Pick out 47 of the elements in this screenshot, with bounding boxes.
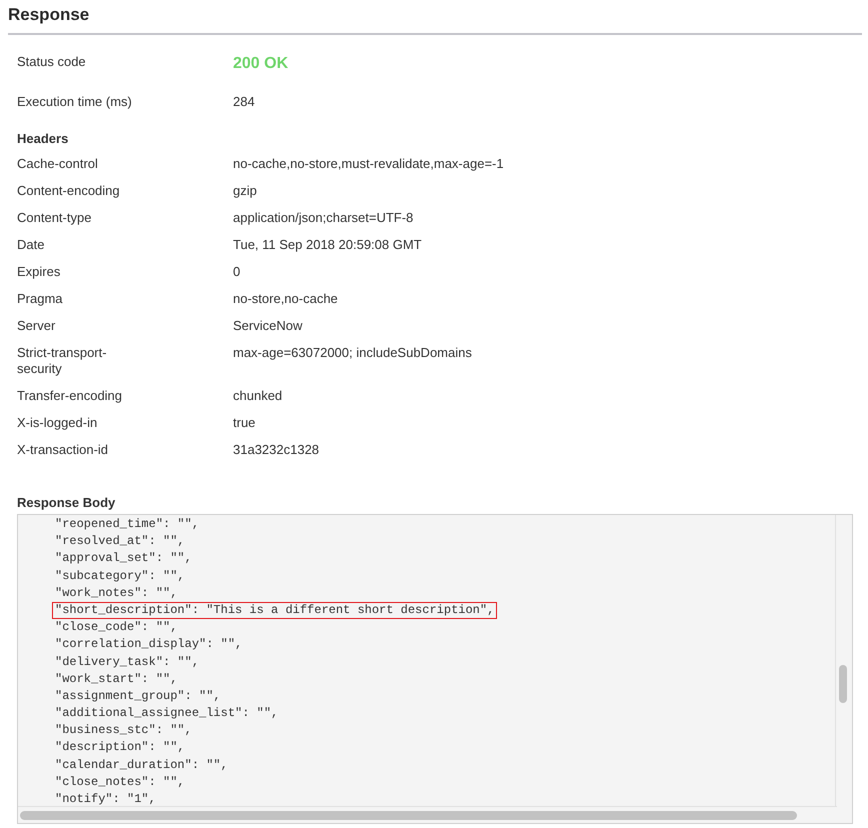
header-name: X-is-logged-in — [17, 415, 98, 431]
code-line: "assignment_group": "", — [54, 688, 222, 705]
code-line: "notify": "1", — [54, 791, 157, 808]
header-name: Content-type — [17, 210, 92, 226]
code-line: "subcategory": "", — [54, 568, 186, 585]
body-heading: Response Body — [17, 495, 116, 510]
header-name: Date — [17, 237, 46, 253]
field-label: Status code — [17, 54, 87, 71]
code-line: "correlation_display": "", — [54, 636, 244, 654]
code-line: "close_notes": "", — [54, 774, 186, 791]
code-line: "close_code": "", — [54, 619, 178, 636]
header-value: Tue, 11 Sep 2018 20:59:08 GMT — [233, 237, 423, 253]
section-title: Response — [8, 5, 90, 25]
code-line: "delivery_task": "", — [54, 654, 200, 670]
header-value: ServiceNow — [233, 318, 304, 334]
header-value: chunked — [233, 388, 284, 404]
header-value: application/json;charset=UTF-8 — [233, 210, 414, 226]
code-line: "work_start": "", — [54, 670, 178, 688]
code-line: "description": "", — [54, 739, 186, 756]
headers-heading: Headers — [17, 131, 70, 146]
vertical-scrollbar-thumb[interactable] — [839, 665, 847, 703]
code-line: "business_stc": "", — [54, 722, 193, 740]
header-value: max-age=63072000; includeSubDomains — [233, 345, 473, 362]
horizontal-scrollbar-thumb[interactable] — [20, 811, 797, 820]
code-line: "calendar_duration": "", — [54, 756, 229, 774]
header-name: Expires — [17, 264, 62, 280]
field-value: 284 — [233, 94, 256, 110]
header-name: Transfer-encoding — [17, 388, 124, 404]
header-name: Strict-transport-security — [17, 345, 108, 377]
header-value: 0 — [233, 264, 242, 280]
header-value: no-cache,no-store,must-revalidate,max-age=-1 — [233, 156, 505, 172]
header-name: X-transaction-id — [17, 442, 110, 458]
header-name: Cache-control — [17, 156, 99, 172]
code-line: "work_notes": "", — [54, 584, 178, 602]
header-name: Server — [17, 318, 56, 334]
code-line: "reopened_time": "", — [54, 516, 200, 533]
status-value: 200 OK — [233, 56, 290, 72]
code-line: "approval_set": "", — [54, 550, 193, 568]
code-line: "additional_assignee_list": "", — [54, 705, 280, 722]
header-value: true — [233, 415, 256, 431]
header-value: no-store,no-cache — [233, 291, 339, 307]
header-value: gzip — [233, 183, 258, 199]
field-label: Execution time (ms) — [17, 94, 133, 110]
header-name: Pragma — [17, 291, 64, 307]
header-name: Content-encoding — [17, 183, 121, 199]
code-line: "resolved_at": "", — [54, 533, 186, 550]
header-value: 31a3232c1328 — [233, 442, 320, 458]
